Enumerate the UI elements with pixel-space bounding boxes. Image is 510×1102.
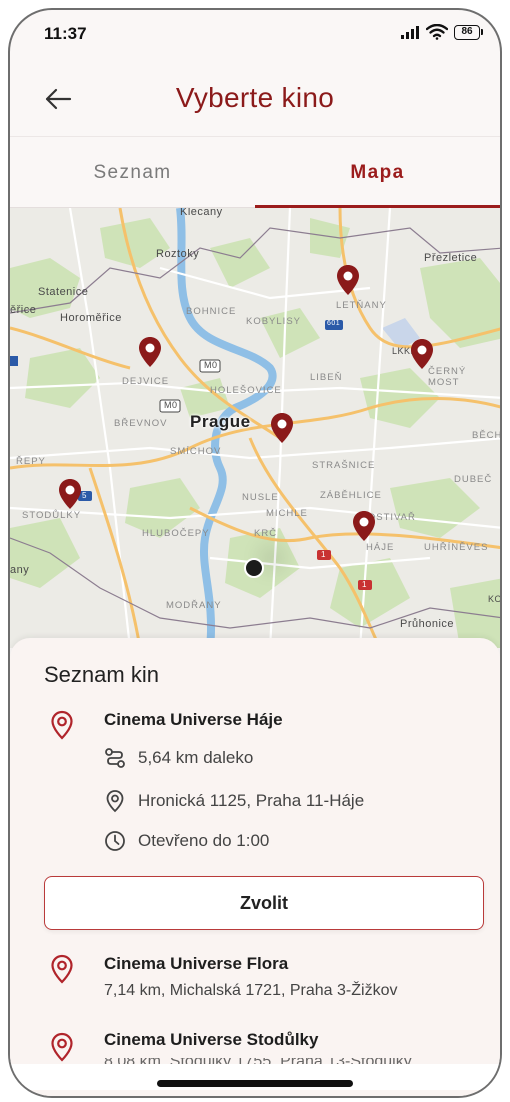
map-pin-cerny-most[interactable] <box>410 338 434 370</box>
map-label-uhrineves: UHŘÍNĚVES <box>424 542 489 553</box>
cinema-name-flora[interactable]: Cinema Universe Flora <box>104 954 288 974</box>
map-label-repy: ŘEPY <box>16 456 46 467</box>
map-label-prezletice: Přezletice <box>424 252 478 264</box>
map-label-haje: HÁJE <box>366 542 395 553</box>
cinema-list-sheet[interactable]: Seznam kin Cinema Universe Háje 5,64 km … <box>10 638 500 1096</box>
wifi-icon <box>426 24 448 40</box>
map-label-route1a: 1 <box>321 550 326 559</box>
map-label-letnany: LETŇANY <box>336 300 387 311</box>
cinema-name-stodulky[interactable]: Cinema Universe Stodůlky <box>104 1030 318 1050</box>
sheet-title: Seznam kin <box>44 662 159 687</box>
route-icon <box>105 748 125 768</box>
map-label-klecany: Klecany <box>180 208 223 218</box>
map-label-dubec: DUBEČ <box>454 474 493 485</box>
map-label-route601: 601 <box>327 320 341 327</box>
map-pin-flora[interactable] <box>270 412 294 444</box>
map-label-cerice: ěřice <box>10 304 37 316</box>
signal-icon <box>401 26 419 39</box>
map-label-horomerice: Horoměřice <box>60 312 122 324</box>
map-label-roztoky: Roztoky <box>156 248 200 260</box>
map-label-krc: KRČ <box>254 528 278 539</box>
map-label-zabehlice: ZÁBĚHLICE <box>320 490 382 501</box>
map-label-modrany: MODŘANY <box>166 600 222 611</box>
map-label-stodulky: STODŮLKY <box>22 510 82 521</box>
map-label-kobylisy: KOBYLISY <box>246 316 301 327</box>
map-label-route1b: 1 <box>362 580 367 589</box>
map-label-any: any <box>10 564 30 576</box>
tab-seznam[interactable]: Seznam <box>10 137 255 209</box>
map-label-nusle: NUSLE <box>242 492 279 503</box>
status-icons: 86 <box>400 24 483 40</box>
cinema-subtitle-flora: 7,14 km, Michalská 1721, Praha 3-Žižkov <box>104 982 398 999</box>
map-label-ko: KO <box>488 594 500 604</box>
map-label-prague: Prague <box>190 412 251 431</box>
map-pin-haje[interactable] <box>352 510 376 542</box>
select-cinema-button[interactable]: Zvolit <box>44 876 484 930</box>
map-label-m0a: M0 <box>204 360 218 370</box>
map-view[interactable]: Klecany Roztoky Statenice Horoměřice ěři… <box>10 208 500 648</box>
clock-icon <box>105 831 125 851</box>
map-label-strasnice: STRAŠNICE <box>312 460 376 471</box>
battery-icon: 86 <box>454 24 483 40</box>
home-indicator[interactable] <box>157 1080 353 1087</box>
map-label-dejvice: DEJVICE <box>122 376 170 387</box>
map-base <box>10 208 500 648</box>
map-label-pruhonice: Průhonice <box>400 618 455 630</box>
header: Vyberte kino <box>10 60 500 136</box>
map-label-bech: BĚCH <box>472 430 500 441</box>
cinema-hours: Otevřeno do 1:00 <box>138 831 270 850</box>
map-label-holesovice: HOLEŠOVICE <box>210 385 282 396</box>
tab-bar: Seznam Mapa <box>10 136 500 208</box>
map-label-route5: 5 <box>82 491 87 500</box>
location-pin-icon <box>51 954 73 984</box>
cinema-hours-row: Otevřeno do 1:00 <box>104 828 269 854</box>
status-time: 11:37 <box>44 24 87 43</box>
map-pin-dejvice[interactable] <box>138 336 162 368</box>
map-label-michle: MICHLE <box>266 508 308 519</box>
phone-frame: 11:37 86 Vyberte kino Seznam Mapa Klecan… <box>8 8 502 1098</box>
location-pin-icon <box>106 790 124 813</box>
map-label-smichov: SMÍCHOV <box>170 446 222 457</box>
location-pin-icon <box>51 710 73 740</box>
map-label-m0b: M0 <box>164 400 178 410</box>
tab-mapa[interactable]: Mapa <box>255 137 500 209</box>
map-pin-stodulky[interactable] <box>58 478 82 510</box>
location-pin-icon <box>51 1032 73 1062</box>
cinema-address-row: Hronická 1125, Praha 11-Háje <box>104 788 364 814</box>
map-label-liben: LIBEŇ <box>310 372 343 383</box>
cinema-distance-row: 5,64 km daleko <box>104 745 253 771</box>
cinema-name-haje[interactable]: Cinema Universe Háje <box>104 710 283 730</box>
map-label-hlubocepy: HLUBOČEPY <box>142 528 210 539</box>
status-bar: 11:37 86 <box>10 10 500 60</box>
map-label-brevnov: BŘEVNOV <box>114 418 168 429</box>
cinema-address: Hronická 1125, Praha 11-Háje <box>138 791 365 810</box>
map-label-statenice: Statenice <box>38 286 89 298</box>
cinema-distance: 5,64 km daleko <box>138 748 254 767</box>
map-pin-letnany[interactable] <box>336 264 360 296</box>
current-location-dot <box>244 558 264 578</box>
page-title: Vyberte kino <box>175 82 335 113</box>
map-label-bohnice: BOHNICE <box>186 306 237 317</box>
